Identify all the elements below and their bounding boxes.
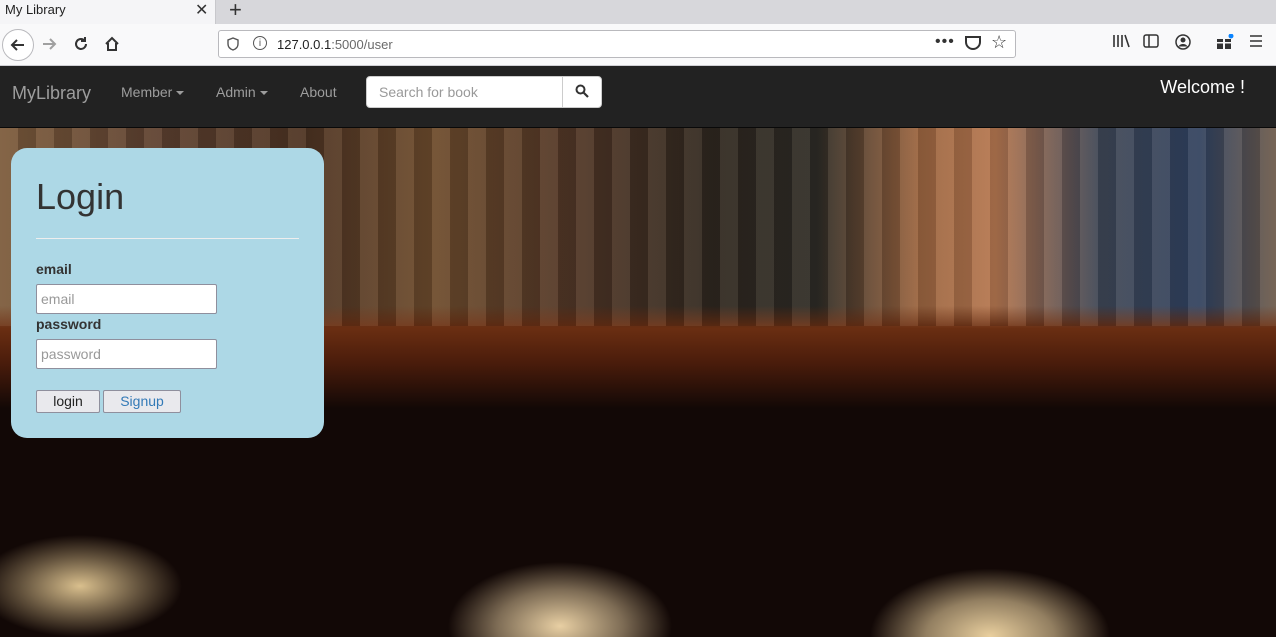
url-text[interactable]: 127.0.0.1:5000/user xyxy=(277,37,393,52)
password-label: password xyxy=(36,316,102,332)
url-host: 127.0.0.1 xyxy=(277,37,332,52)
reload-icon[interactable] xyxy=(67,30,95,58)
email-label: email xyxy=(36,261,72,277)
search-input[interactable] xyxy=(366,76,563,108)
search-button[interactable] xyxy=(562,76,602,108)
login-panel: Login email password login Signup xyxy=(11,148,324,438)
brand-link[interactable]: MyLibrary xyxy=(12,83,91,104)
pocket-icon[interactable] xyxy=(965,36,981,50)
nav-about-link[interactable]: About xyxy=(300,84,337,100)
page-actions-icon[interactable]: ••• xyxy=(935,33,955,51)
bookmark-star-icon[interactable]: ☆ xyxy=(991,32,1007,53)
extensions-gift-icon[interactable] xyxy=(1216,33,1234,55)
shield-icon[interactable] xyxy=(227,37,239,51)
app-navbar: MyLibrary Member Admin About Welcome ! xyxy=(0,66,1276,128)
library-icon[interactable] xyxy=(1112,34,1130,53)
new-tab-icon[interactable]: + xyxy=(229,0,242,23)
login-title: Login xyxy=(36,176,125,217)
nav-admin-label: Admin xyxy=(216,84,256,100)
browser-toolbar: i 127.0.0.1:5000/user ••• ☆ xyxy=(0,24,1276,66)
caret-down-icon xyxy=(176,91,185,96)
sidebar-icon[interactable] xyxy=(1143,34,1159,53)
tab-title: My Library xyxy=(5,2,66,17)
account-icon[interactable] xyxy=(1175,34,1191,55)
info-icon[interactable]: i xyxy=(253,36,267,50)
address-bar[interactable]: i 127.0.0.1:5000/user ••• ☆ xyxy=(218,30,1016,58)
browser-tab[interactable]: My Library ✕ xyxy=(0,0,216,24)
welcome-text: Welcome ! xyxy=(1160,77,1245,97)
home-icon[interactable] xyxy=(98,30,126,58)
web-page: MyLibrary Member Admin About Welcome ! L… xyxy=(0,66,1276,637)
nav-member-dropdown[interactable]: Member xyxy=(121,84,185,100)
login-button[interactable]: login xyxy=(36,390,100,413)
nav-member-label: Member xyxy=(121,84,173,100)
email-field[interactable] xyxy=(36,284,217,314)
menu-icon[interactable] xyxy=(1249,34,1263,53)
divider xyxy=(36,238,299,239)
signup-button[interactable]: Signup xyxy=(103,390,181,413)
back-icon[interactable] xyxy=(2,29,34,61)
password-field[interactable] xyxy=(36,339,217,369)
tab-close-icon[interactable]: ✕ xyxy=(195,0,208,20)
search-icon xyxy=(575,84,589,98)
browser-tab-strip: My Library ✕ + xyxy=(0,0,1276,24)
forward-icon[interactable] xyxy=(35,30,63,58)
url-path: :5000/user xyxy=(331,37,393,52)
nav-admin-dropdown[interactable]: Admin xyxy=(216,84,268,100)
caret-down-icon xyxy=(259,91,268,96)
